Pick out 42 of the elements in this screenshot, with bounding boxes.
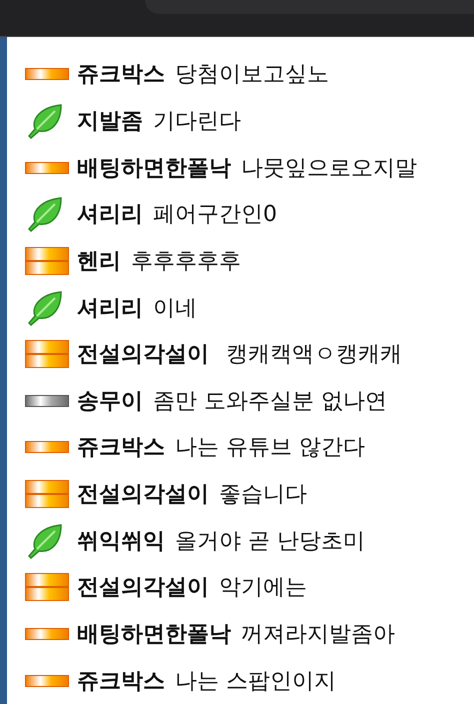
user-name: 쥬크박스	[77, 434, 165, 462]
chat-message: 캥캐캑액ㅇ캥캐캐	[224, 341, 402, 370]
chat-message: 페어구간인0	[153, 201, 277, 230]
rank-block-icon	[25, 573, 69, 602]
rank-block-icon	[25, 246, 69, 275]
chat-message: 당첨이보고싶노	[175, 61, 329, 90]
user-name: 배팅하면한폴낙	[77, 154, 231, 183]
user-name: 송무이	[77, 388, 143, 416]
rank-bar-icon	[25, 674, 69, 687]
chat-message: 올거야 곧 난당초미	[175, 528, 365, 556]
user-name: 쒸익쒸익	[77, 528, 165, 556]
leaf-icon	[25, 196, 65, 232]
user-name: 셔리리	[77, 201, 143, 230]
user-name: 전설의각설이	[77, 481, 209, 510]
user-name: 전설의각설이	[77, 341, 209, 370]
user-name: 전설의각설이	[77, 574, 209, 602]
user-name: 셔리리	[77, 294, 143, 323]
chat-message: 좀만 도와주실분 없나연	[153, 388, 387, 416]
chat-message: 나는 스팝인이지	[175, 668, 336, 696]
rank-bar-icon	[25, 441, 69, 454]
user-name: 배팅하면한폴낙	[77, 621, 231, 649]
chat-message: 이네	[153, 294, 197, 323]
chat-message: 기다린다	[153, 108, 241, 136]
rank-bar-icon	[25, 628, 69, 640]
chat-message: 악기에는	[219, 574, 307, 602]
user-name: 쥬크박스	[77, 668, 165, 696]
user-name: 쥬크박스	[77, 61, 165, 90]
rank-bar-icon	[25, 394, 69, 407]
chat-message: 나뭇잎으로오지말	[241, 154, 417, 183]
user-name: 지발좀	[77, 108, 143, 136]
rank-block-icon	[25, 480, 69, 508]
chat-message: 후후후후후	[131, 248, 241, 276]
rank-block-icon	[25, 340, 69, 368]
rank-bar-icon	[25, 162, 69, 174]
leaf-icon	[25, 290, 65, 326]
leaf-icon	[25, 102, 65, 139]
leaf-icon	[25, 522, 65, 559]
chat-message: 나는 유튜브 않간다	[175, 434, 365, 462]
chat-message: 꺼져라지발좀아	[241, 621, 395, 649]
user-name: 헨리	[77, 248, 121, 276]
rank-bar-icon	[25, 68, 69, 80]
chat-message: 좋습니다	[219, 481, 307, 510]
